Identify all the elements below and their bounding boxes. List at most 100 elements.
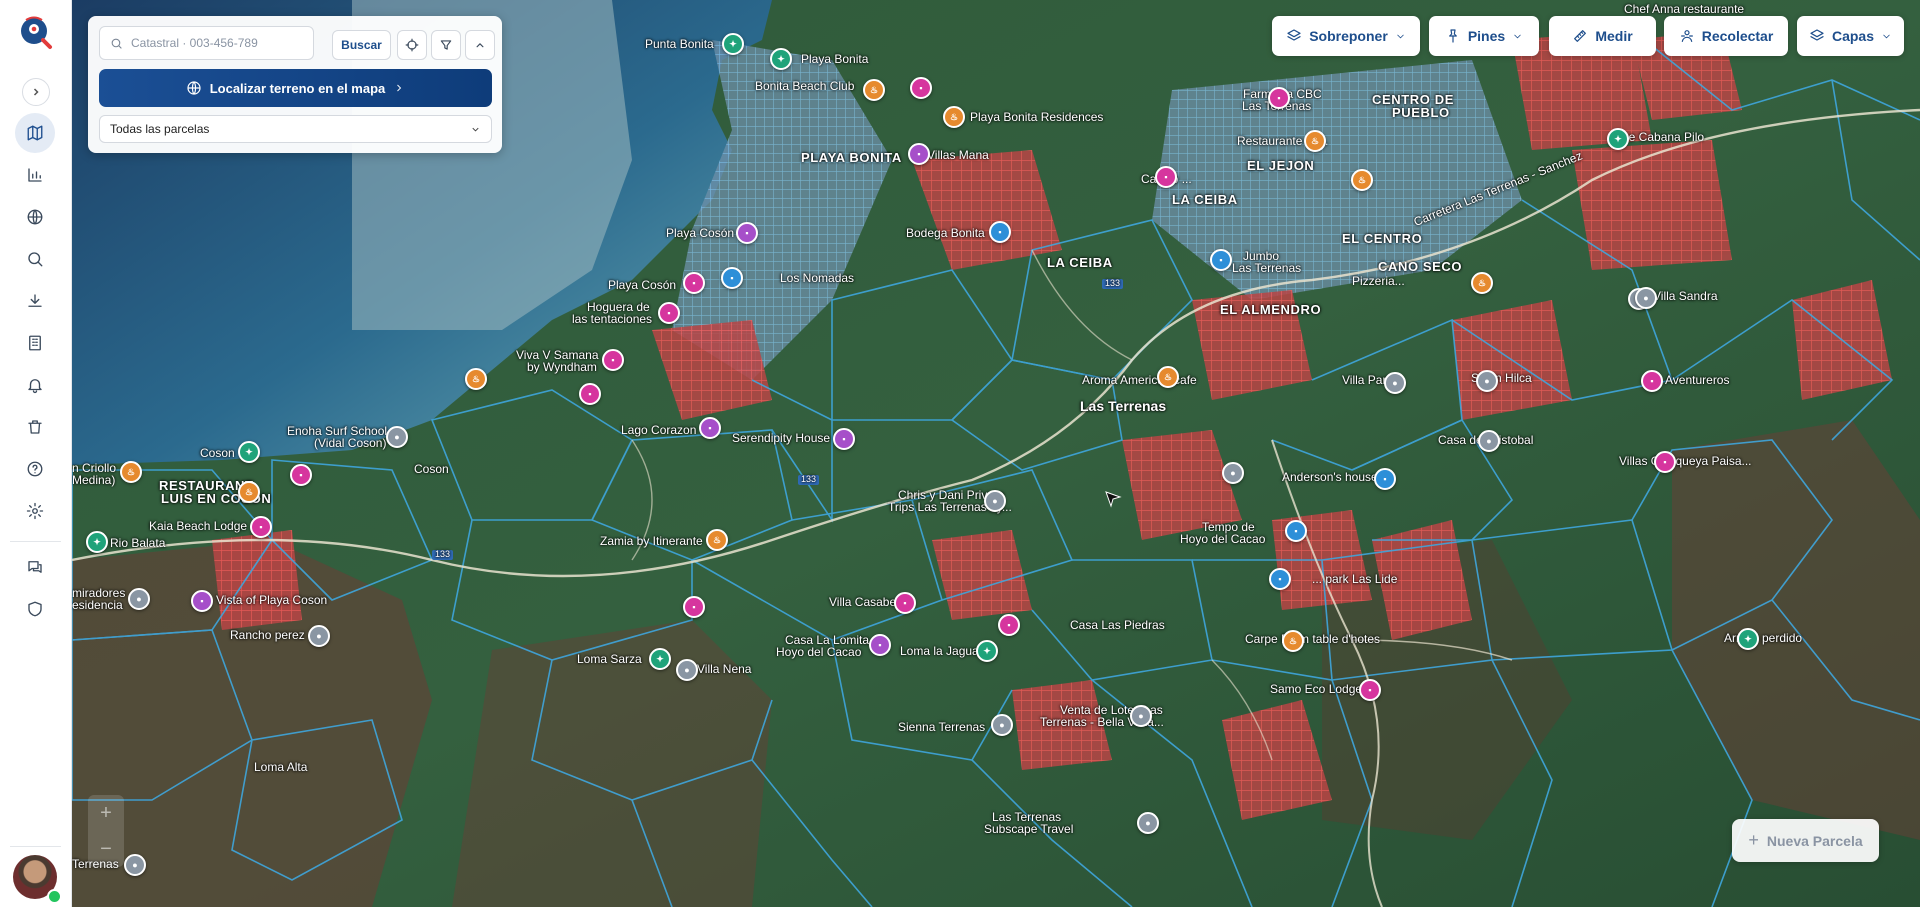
search-button[interactable]: Buscar	[332, 30, 391, 60]
restaurant-pin-icon[interactable]: ♨	[1282, 630, 1304, 652]
map-label: LA CEIBA	[1172, 192, 1238, 207]
app-logo[interactable]	[17, 14, 53, 50]
restaurant-pin-icon[interactable]: ♨	[120, 461, 142, 483]
hotel-pin-icon[interactable]: ▪	[1268, 87, 1290, 109]
restaurant-pin-icon[interactable]: ♨	[943, 106, 965, 128]
restaurant-pin-icon[interactable]: ♨	[706, 529, 728, 551]
map-label: Lago Corazon	[621, 423, 697, 437]
restaurant-pin-icon[interactable]: ♨	[863, 79, 885, 101]
restaurant-pin-icon[interactable]: ♨	[1304, 130, 1326, 152]
locate-me-button[interactable]	[397, 30, 427, 60]
map-label: Villa Nena	[697, 662, 752, 676]
zoom-out-button[interactable]: −	[88, 831, 124, 867]
shop-pin-icon[interactable]: ▪	[1210, 249, 1232, 271]
place-pin-icon[interactable]: ●	[1384, 372, 1406, 394]
building-icon	[29, 335, 41, 351]
filter-button[interactable]	[431, 30, 461, 60]
poi-pin-icon[interactable]: ✦	[649, 648, 671, 670]
place-pin-icon[interactable]: ●	[676, 659, 698, 681]
hotel-pin-icon[interactable]: ▪	[250, 516, 272, 538]
place-pin-icon[interactable]: ●	[386, 426, 408, 448]
hotel-pin-icon[interactable]: ▪	[699, 417, 721, 439]
sidebar-item-settings[interactable]	[15, 491, 55, 531]
hotel-pin-icon[interactable]: ▪	[1359, 679, 1381, 701]
parcel-filter-select[interactable]: Todas las parcelas	[99, 115, 492, 143]
collect-button[interactable]: Recolectar	[1664, 16, 1788, 56]
shop-pin-icon[interactable]: ▪	[1374, 468, 1396, 490]
search-field[interactable]	[99, 26, 314, 60]
sidebar-item-notifications[interactable]	[15, 365, 55, 405]
place-pin-icon[interactable]: ●	[1478, 430, 1500, 452]
sidebar-item-stats[interactable]	[15, 155, 55, 195]
hotel-pin-icon[interactable]: ▪	[683, 596, 705, 618]
hotel-pin-icon[interactable]: ▪	[894, 592, 916, 614]
sidebar-item-globe[interactable]	[15, 197, 55, 237]
place-pin-icon[interactable]: ●	[1222, 462, 1244, 484]
overlay-button[interactable]: Sobreponer	[1272, 16, 1420, 56]
map-label: Medina)	[72, 473, 116, 487]
hotel-pin-icon[interactable]: ▪	[736, 222, 758, 244]
zoom-in-button[interactable]: +	[88, 795, 124, 831]
hotel-pin-icon[interactable]: ▪	[683, 272, 705, 294]
restaurant-pin-icon[interactable]: ♨	[1157, 366, 1179, 388]
place-pin-icon[interactable]: ●	[984, 490, 1006, 512]
hotel-pin-icon[interactable]: ▪	[579, 383, 601, 405]
place-pin-icon[interactable]: ●	[308, 625, 330, 647]
new-parcel-button[interactable]: + Nueva Parcela	[1732, 819, 1879, 862]
poi-pin-icon[interactable]: ✦	[86, 531, 108, 553]
sidebar-item-messages[interactable]	[15, 547, 55, 587]
poi-pin-icon[interactable]: ✦	[770, 48, 792, 70]
hotel-pin-icon[interactable]: ▪	[658, 302, 680, 324]
hotel-pin-icon[interactable]: ▪	[290, 464, 312, 486]
sidebar-item-security[interactable]	[15, 589, 55, 629]
hotel-pin-icon[interactable]: ▪	[869, 634, 891, 656]
hotel-pin-icon[interactable]: ▪	[833, 428, 855, 450]
restaurant-pin-icon[interactable]: ♨	[1351, 169, 1373, 191]
shop-pin-icon[interactable]: ▪	[1269, 568, 1291, 590]
sidebar-item-download[interactable]	[15, 281, 55, 321]
sidebar-item-search[interactable]	[15, 239, 55, 279]
place-pin-icon[interactable]: ●	[1130, 705, 1152, 727]
sidebar-item-map[interactable]	[15, 113, 55, 153]
hotel-pin-icon[interactable]: ▪	[998, 614, 1020, 636]
locate-land-button[interactable]: Localizar terreno en el mapa	[99, 69, 492, 107]
sidebar-expand-button[interactable]	[22, 78, 50, 106]
shop-pin-icon[interactable]: ▪	[1285, 520, 1307, 542]
hotel-pin-icon[interactable]: ▪	[1641, 370, 1663, 392]
pins-button[interactable]: Pines	[1429, 16, 1539, 56]
place-pin-icon[interactable]: ●	[128, 588, 150, 610]
shop-pin-icon[interactable]: ▪	[721, 267, 743, 289]
measure-button[interactable]: Medir	[1549, 16, 1656, 56]
hotel-pin-icon[interactable]: ▪	[908, 143, 930, 165]
hotel-pin-icon[interactable]: ▪	[1654, 451, 1676, 473]
place-pin-icon[interactable]: ●	[1635, 287, 1657, 309]
poi-pin-icon[interactable]: ✦	[976, 640, 998, 662]
place-pin-icon[interactable]: ●	[1137, 812, 1159, 834]
shop-pin-icon[interactable]: ▪	[989, 221, 1011, 243]
restaurant-pin-icon[interactable]: ♨	[1471, 272, 1493, 294]
restaurant-pin-icon[interactable]: ♨	[238, 481, 260, 503]
place-pin-icon[interactable]: ●	[124, 854, 146, 876]
hotel-pin-icon[interactable]: ▪	[910, 77, 932, 99]
sidebar-item-trash[interactable]	[15, 407, 55, 447]
layers-button[interactable]: Capas	[1797, 16, 1904, 56]
poi-pin-icon[interactable]: ✦	[1737, 628, 1759, 650]
poi-pin-icon[interactable]: ✦	[1607, 128, 1629, 150]
restaurant-pin-icon[interactable]: ♨	[465, 368, 487, 390]
sidebar-item-help[interactable]	[15, 449, 55, 489]
poi-pin-icon[interactable]: ✦	[722, 33, 744, 55]
route-133-shield: 133	[432, 549, 454, 560]
place-pin-icon[interactable]: ●	[1476, 370, 1498, 392]
poi-pin-icon[interactable]: ✦	[238, 441, 260, 463]
hotel-pin-icon[interactable]: ▪	[191, 590, 213, 612]
hotel-pin-icon[interactable]: ▪	[1155, 166, 1177, 188]
cadastral-search-input[interactable]	[129, 35, 303, 51]
collapse-panel-button[interactable]	[465, 30, 495, 60]
map-label: Playa Cosón	[666, 226, 735, 240]
sidebar-item-buildings[interactable]	[15, 323, 55, 363]
place-pin-icon[interactable]: ●	[991, 714, 1013, 736]
pin-icon	[1448, 29, 1457, 43]
hotel-pin-icon[interactable]: ▪	[602, 349, 624, 371]
plus-icon: +	[1748, 830, 1759, 850]
route-133-shield: 133	[798, 474, 820, 485]
